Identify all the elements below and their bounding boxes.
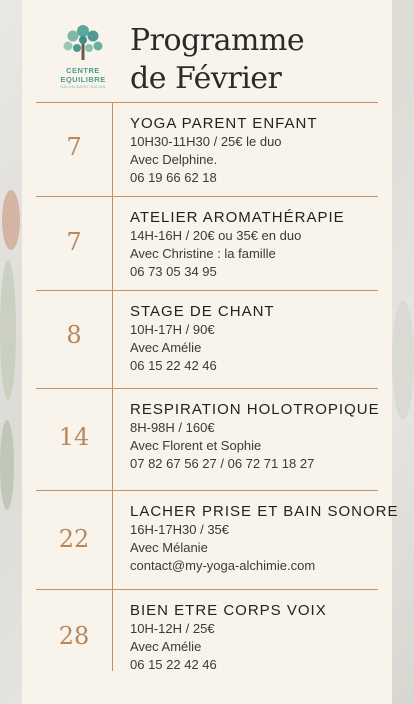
event-time-price: 16H-17H30 / 35€ xyxy=(130,522,230,537)
background-leaf xyxy=(0,260,16,400)
event-name: LACHER PRISE ET BAIN SONORE xyxy=(130,503,399,520)
event-host: Avec Mélanie xyxy=(130,540,208,555)
event-time-price: 10H-12H / 25€ xyxy=(130,621,215,636)
logo-subtitle: SALON-SAINT-SALVIN xyxy=(60,84,106,89)
background-leaf xyxy=(2,190,20,250)
event-item: 14 RESPIRATION HOLOTROPIQUE 8H-98H / 160… xyxy=(36,388,380,490)
event-day: 14 xyxy=(58,423,90,451)
event-contact: 06 73 05 34 95 xyxy=(130,264,217,279)
event-contact: 06 19 66 62 18 xyxy=(130,170,217,185)
title-line2: de Février xyxy=(130,61,282,96)
event-name: RESPIRATION HOLOTROPIQUE xyxy=(130,401,380,418)
event-name: ATELIER AROMATHÉRAPIE xyxy=(130,209,345,226)
event-item: 7 YOGA PARENT ENFANT 10H30-11H30 / 25€ l… xyxy=(36,102,378,196)
tree-logo-icon xyxy=(63,25,103,60)
event-contact: contact@my-yoga-alchimie.com xyxy=(130,558,316,573)
background-leaf xyxy=(0,420,14,510)
event-name: BIEN ETRE CORPS VOIX xyxy=(130,602,327,619)
event-item: 7 ATELIER AROMATHÉRAPIE 14H-16H / 20€ ou… xyxy=(36,196,378,290)
event-name: YOGA PARENT ENFANT xyxy=(130,115,318,132)
event-time-price: 10H30-11H30 / 25€ le duo xyxy=(130,134,282,149)
logo-text: CENTRE EQUILIBRE SALON-SAINT-SALVIN xyxy=(46,66,120,90)
event-time-price: 14H-16H / 20€ ou 35€ en duo xyxy=(130,228,302,243)
event-day: 8 xyxy=(66,321,82,349)
event-host: Avec Delphine. xyxy=(130,152,218,167)
event-name: STAGE DE CHANT xyxy=(130,303,275,320)
event-item: 8 STAGE DE CHANT 10H-17H / 90€ Avec Amél… xyxy=(36,290,378,388)
logo-line2: EQUILIBRE xyxy=(60,75,106,84)
event-contact: 07 82 67 56 27 / 06 72 71 18 27 xyxy=(130,456,315,471)
page-title: Programme de Février xyxy=(130,22,390,98)
event-host: Avec Amélie xyxy=(130,639,202,654)
event-item: 28 BIEN ETRE CORPS VOIX 10H-12H / 25€ Av… xyxy=(36,589,378,680)
event-item: 22 LACHER PRISE ET BAIN SONORE 16H-17H30… xyxy=(36,490,399,589)
event-day: 22 xyxy=(58,525,90,553)
event-day: 7 xyxy=(66,228,82,256)
event-list: 7 YOGA PARENT ENFANT 10H30-11H30 / 25€ l… xyxy=(22,102,399,680)
title-line1: Programme xyxy=(130,23,305,58)
event-time-price: 8H-98H / 160€ xyxy=(130,420,215,435)
event-day: 28 xyxy=(58,622,90,650)
logo-line1: CENTRE xyxy=(66,66,100,75)
event-host: Avec Amélie xyxy=(130,340,202,355)
event-host: Avec Florent et Sophie xyxy=(130,438,262,453)
centre-equilibre-logo: CENTRE EQUILIBRE SALON-SAINT-SALVIN xyxy=(46,22,120,100)
event-contact: 06 15 22 42 46 xyxy=(130,358,217,373)
program-card: CENTRE EQUILIBRE SALON-SAINT-SALVIN Prog… xyxy=(22,0,399,704)
event-contact: 06 15 22 42 46 xyxy=(130,657,217,672)
background-leaf xyxy=(392,300,414,420)
event-time-price: 10H-17H / 90€ xyxy=(130,322,215,337)
event-host: Avec Christine : la famille xyxy=(130,246,276,261)
event-day: 7 xyxy=(66,133,82,161)
